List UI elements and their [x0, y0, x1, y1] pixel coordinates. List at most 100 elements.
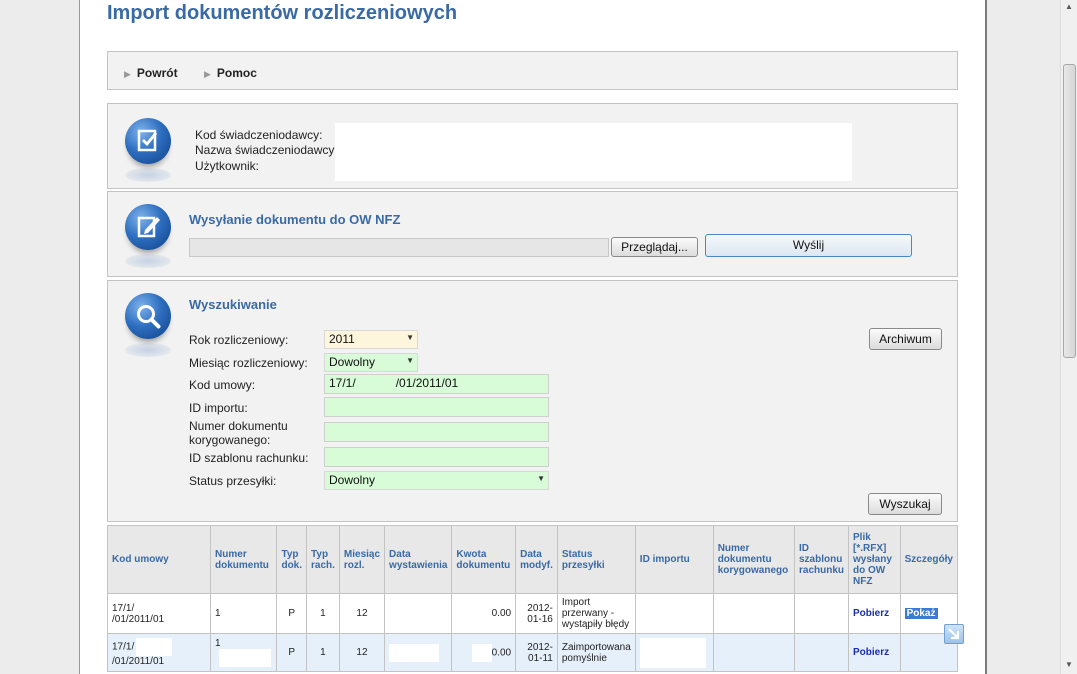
cell-month: 12: [338, 633, 386, 672]
doc-number-value: 1: [215, 638, 221, 649]
col-contract-code[interactable]: Kod umowy: [106, 525, 212, 594]
cell-template-id: [794, 593, 849, 634]
provider-info-panel: Kod świadczeniodawcy: Nazwa świadczeniod…: [107, 103, 958, 189]
popout-arrow-icon[interactable]: [944, 624, 964, 644]
correction-doc-input[interactable]: [324, 422, 549, 442]
chevron-down-icon: ▼: [537, 474, 545, 483]
contract-code-part-b: /01/2011/01: [395, 376, 459, 390]
import-id-label: ID importu:: [189, 401, 248, 415]
contract-code-mask: [136, 638, 173, 656]
import-id-mask: [639, 637, 706, 668]
contract-code-part-b: /01/2011/01: [112, 656, 165, 667]
col-template-id[interactable]: ID szablonu rachunku: [794, 525, 849, 594]
search-panel: Wyszukiwanie Rok rozliczeniowy: 2011 ▼ Mi…: [107, 280, 958, 522]
cell-doc-type: P: [276, 633, 308, 672]
triangle-right-icon: ▶: [124, 69, 131, 79]
cell-import-id: [634, 593, 714, 634]
cell-month: 12: [338, 593, 386, 634]
col-correction[interactable]: Numer dokumentu korygowanego: [712, 525, 796, 594]
scroll-thumb[interactable]: [1063, 64, 1076, 358]
magnifier-icon: [125, 293, 171, 339]
send-document-panel: Wysyłanie dokumentu do OW NFZ Przeglądaj…: [107, 191, 958, 277]
template-id-label: ID szablonu rachunku:: [189, 451, 309, 465]
show-details-link[interactable]: Pokaż: [904, 608, 938, 619]
send-button[interactable]: Wyślij: [705, 234, 912, 257]
chevron-down-icon: ▼: [406, 356, 414, 365]
cell-contract-code: 17/1//01/2011/01: [106, 593, 212, 634]
archive-button[interactable]: Archiwum: [869, 328, 942, 350]
issue-date-mask: [389, 643, 440, 662]
back-link[interactable]: ▶ Powrót: [124, 66, 178, 80]
month-select[interactable]: Dowolny ▼: [324, 353, 418, 372]
template-id-input[interactable]: [324, 447, 549, 467]
document-check-icon: [125, 118, 171, 164]
table-row: 17/1//01/2011/01 1 P 1 12 0.00 2012-01-1…: [106, 593, 959, 634]
col-month[interactable]: Miesiąc rozl.: [338, 525, 386, 594]
download-link[interactable]: Pobierz: [853, 608, 889, 619]
col-doc-type[interactable]: Typ dok.: [276, 525, 308, 594]
search-section-title: Wyszukiwanie: [189, 297, 277, 312]
scroll-up-icon[interactable]: ▲: [1065, 2, 1073, 11]
help-label: Pomoc: [216, 66, 257, 80]
icon-reflection: [125, 254, 171, 268]
cell-modified: 2012-01-11: [515, 633, 558, 672]
col-doc-number[interactable]: Numer dokumentu: [210, 525, 278, 594]
import-id-input[interactable]: [324, 397, 549, 417]
year-select-value: 2011: [329, 332, 355, 346]
status-select-value: Dowolny: [329, 473, 376, 487]
year-label: Rok rozliczeniowy:: [189, 333, 289, 347]
cell-import-id: [634, 633, 714, 672]
table-row: 17/1//01/2011/01 1 P 1 12 0.00 2012-01-1…: [106, 633, 959, 672]
cell-bill-type: 1: [306, 593, 340, 634]
month-label: Miesiąc rozliczeniowy:: [189, 356, 308, 370]
status-label: Status przesyłki:: [189, 474, 277, 488]
browse-button[interactable]: Przeglądaj...: [611, 237, 698, 257]
year-select[interactable]: 2011 ▼: [324, 330, 418, 349]
cell-correction: [712, 633, 796, 672]
col-status[interactable]: Status przesyłki: [556, 525, 636, 594]
table-header-row: Kod umowy Numer dokumentu Typ dok. Typ r…: [106, 525, 959, 594]
cell-doc-number: 1: [210, 633, 278, 672]
contract-code-part-a: 17/1/: [112, 602, 135, 614]
user-label: Użytkownik:: [195, 159, 260, 173]
left-frame: [0, 0, 80, 674]
col-issue-date[interactable]: Data wystawienia: [384, 525, 453, 594]
scroll-down-icon[interactable]: ▼: [1065, 660, 1073, 669]
doc-number-mask: [219, 649, 272, 667]
send-section-title: Wysyłanie dokumentu do OW NFZ: [189, 212, 401, 227]
download-link[interactable]: Pobierz: [853, 647, 889, 658]
chevron-down-icon: ▼: [406, 333, 414, 342]
vertical-scrollbar[interactable]: ▲ ▼: [1060, 0, 1077, 674]
help-link[interactable]: ▶ Pomoc: [204, 66, 257, 80]
status-select[interactable]: Dowolny ▼: [324, 471, 549, 490]
col-modified[interactable]: Data modyf.: [515, 525, 558, 594]
contract-code-input[interactable]: 17/1/ /01/2011/01: [324, 374, 549, 394]
month-select-value: Dowolny: [329, 355, 376, 369]
cell-issue-date: [384, 633, 453, 672]
cell-template-id: [794, 633, 849, 672]
cell-correction: [712, 593, 796, 634]
contract-code-part-a: 17/1/: [329, 376, 356, 390]
col-amount[interactable]: Kwota dokumentu: [451, 525, 517, 594]
search-button[interactable]: Wyszukaj: [868, 493, 942, 515]
cell-issue-date: [384, 593, 453, 634]
back-label: Powrót: [136, 66, 178, 80]
col-import-id[interactable]: ID importu: [634, 525, 714, 594]
cell-doc-type: P: [276, 593, 308, 634]
provider-name-label: Nazwa świadczeniodawcy:: [195, 143, 338, 157]
nav-bar: ▶ Powrót ▶ Pomoc: [107, 51, 958, 90]
cell-doc-number: 1: [210, 593, 278, 634]
contract-code-label: Kod umowy:: [189, 378, 256, 392]
contract-code-part-b: /01/2011/01: [112, 613, 165, 625]
col-bill-type[interactable]: Typ rach.: [306, 525, 340, 594]
file-path-input[interactable]: [189, 238, 609, 257]
cell-file: Pobierz: [848, 593, 901, 634]
cell-amount: 0.00: [451, 593, 517, 634]
cell-status: Import przerwany - wystąpiły błędy: [556, 593, 636, 634]
triangle-right-icon: ▶: [204, 69, 211, 79]
right-frame: [985, 0, 1060, 674]
amount-value: 0.00: [491, 647, 512, 659]
cell-file: Pobierz: [848, 633, 901, 672]
cell-contract-code: 17/1//01/2011/01: [106, 633, 212, 672]
amount-mask: [471, 643, 492, 662]
